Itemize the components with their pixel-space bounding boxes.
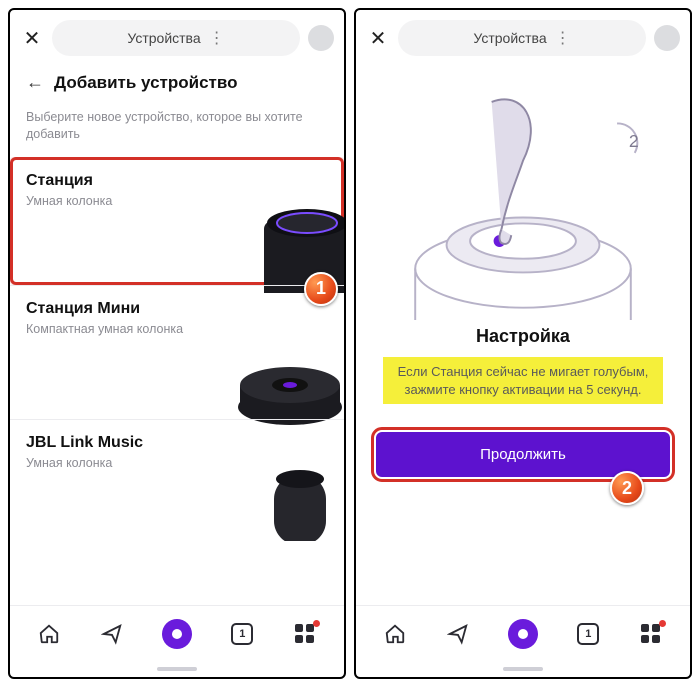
app-title-text: Устройства	[127, 30, 200, 46]
setup-title: Настройка	[476, 326, 570, 347]
instruction-text: Выберите новое устройство, которое вы хо…	[10, 103, 344, 157]
step-marker-1-label: 1	[316, 278, 326, 299]
phone-left: ✕ Устройства ⋮ ← Добавить устройство Выб…	[8, 8, 346, 679]
more-icon[interactable]: ⋮	[209, 28, 225, 48]
send-icon[interactable]	[446, 622, 470, 646]
device-card-mini[interactable]: Станция Мини Компактная умная колонка 1	[10, 285, 344, 419]
step-marker-2-label: 2	[622, 478, 632, 499]
step-marker-2: 2	[610, 471, 644, 505]
services-icon[interactable]	[293, 622, 317, 646]
speaker-mini-image	[228, 337, 344, 427]
tabs-icon[interactable]: 1	[230, 622, 254, 646]
page-title: Добавить устройство	[54, 73, 237, 93]
tabs-count: 1	[239, 628, 245, 640]
device-list: Станция Умная колонка Станция Мини Компа…	[10, 157, 344, 605]
send-icon[interactable]	[100, 622, 124, 646]
step-indicator: 2	[629, 131, 639, 151]
subheader: ← Добавить устройство	[10, 64, 344, 103]
bottom-nav: 1	[10, 605, 344, 661]
back-icon[interactable]: ←	[26, 72, 44, 93]
phone-right: ✕ Устройства ⋮ 2 Настройка Если Станция …	[354, 8, 692, 679]
setup-body: 2 Настройка Если Станция сейчас не мигае…	[356, 64, 690, 605]
alice-icon[interactable]	[508, 619, 538, 649]
avatar[interactable]	[654, 25, 680, 51]
android-nav-bar	[356, 661, 690, 677]
setup-hint: Если Станция сейчас не мигает голубым, з…	[383, 357, 663, 404]
speaker-jbl-image	[260, 461, 340, 541]
device-subtitle: Компактная умная колонка	[26, 322, 328, 336]
device-card-station[interactable]: Станция Умная колонка	[10, 157, 344, 285]
app-title-pill[interactable]: Устройства ⋮	[398, 20, 646, 56]
cta-wrap: Продолжить 2	[376, 432, 670, 477]
more-icon[interactable]: ⋮	[555, 28, 571, 48]
home-icon[interactable]	[37, 622, 61, 646]
notification-dot-icon	[313, 620, 320, 627]
app-title-pill[interactable]: Устройства ⋮	[52, 20, 300, 56]
top-bar: ✕ Устройства ⋮	[356, 10, 690, 64]
services-icon[interactable]	[639, 622, 663, 646]
device-title: Станция Мини	[26, 300, 328, 318]
tabs-icon[interactable]: 1	[576, 622, 600, 646]
top-bar: ✕ Устройства ⋮	[10, 10, 344, 64]
bottom-nav: 1	[356, 605, 690, 661]
avatar[interactable]	[308, 25, 334, 51]
tabs-count: 1	[585, 628, 591, 640]
device-title: JBL Link Music	[26, 434, 328, 452]
device-card-jbl[interactable]: JBL Link Music Умная колонка	[10, 419, 344, 519]
step-marker-1: 1	[304, 272, 338, 306]
device-title: Станция	[26, 172, 328, 190]
notification-dot-icon	[659, 620, 666, 627]
alice-icon[interactable]	[162, 619, 192, 649]
setup-illustration: 2	[376, 70, 670, 320]
app-title-text: Устройства	[473, 30, 546, 46]
home-icon[interactable]	[383, 622, 407, 646]
close-icon[interactable]: ✕	[366, 26, 390, 51]
android-nav-bar	[10, 661, 344, 677]
close-icon[interactable]: ✕	[20, 26, 44, 51]
